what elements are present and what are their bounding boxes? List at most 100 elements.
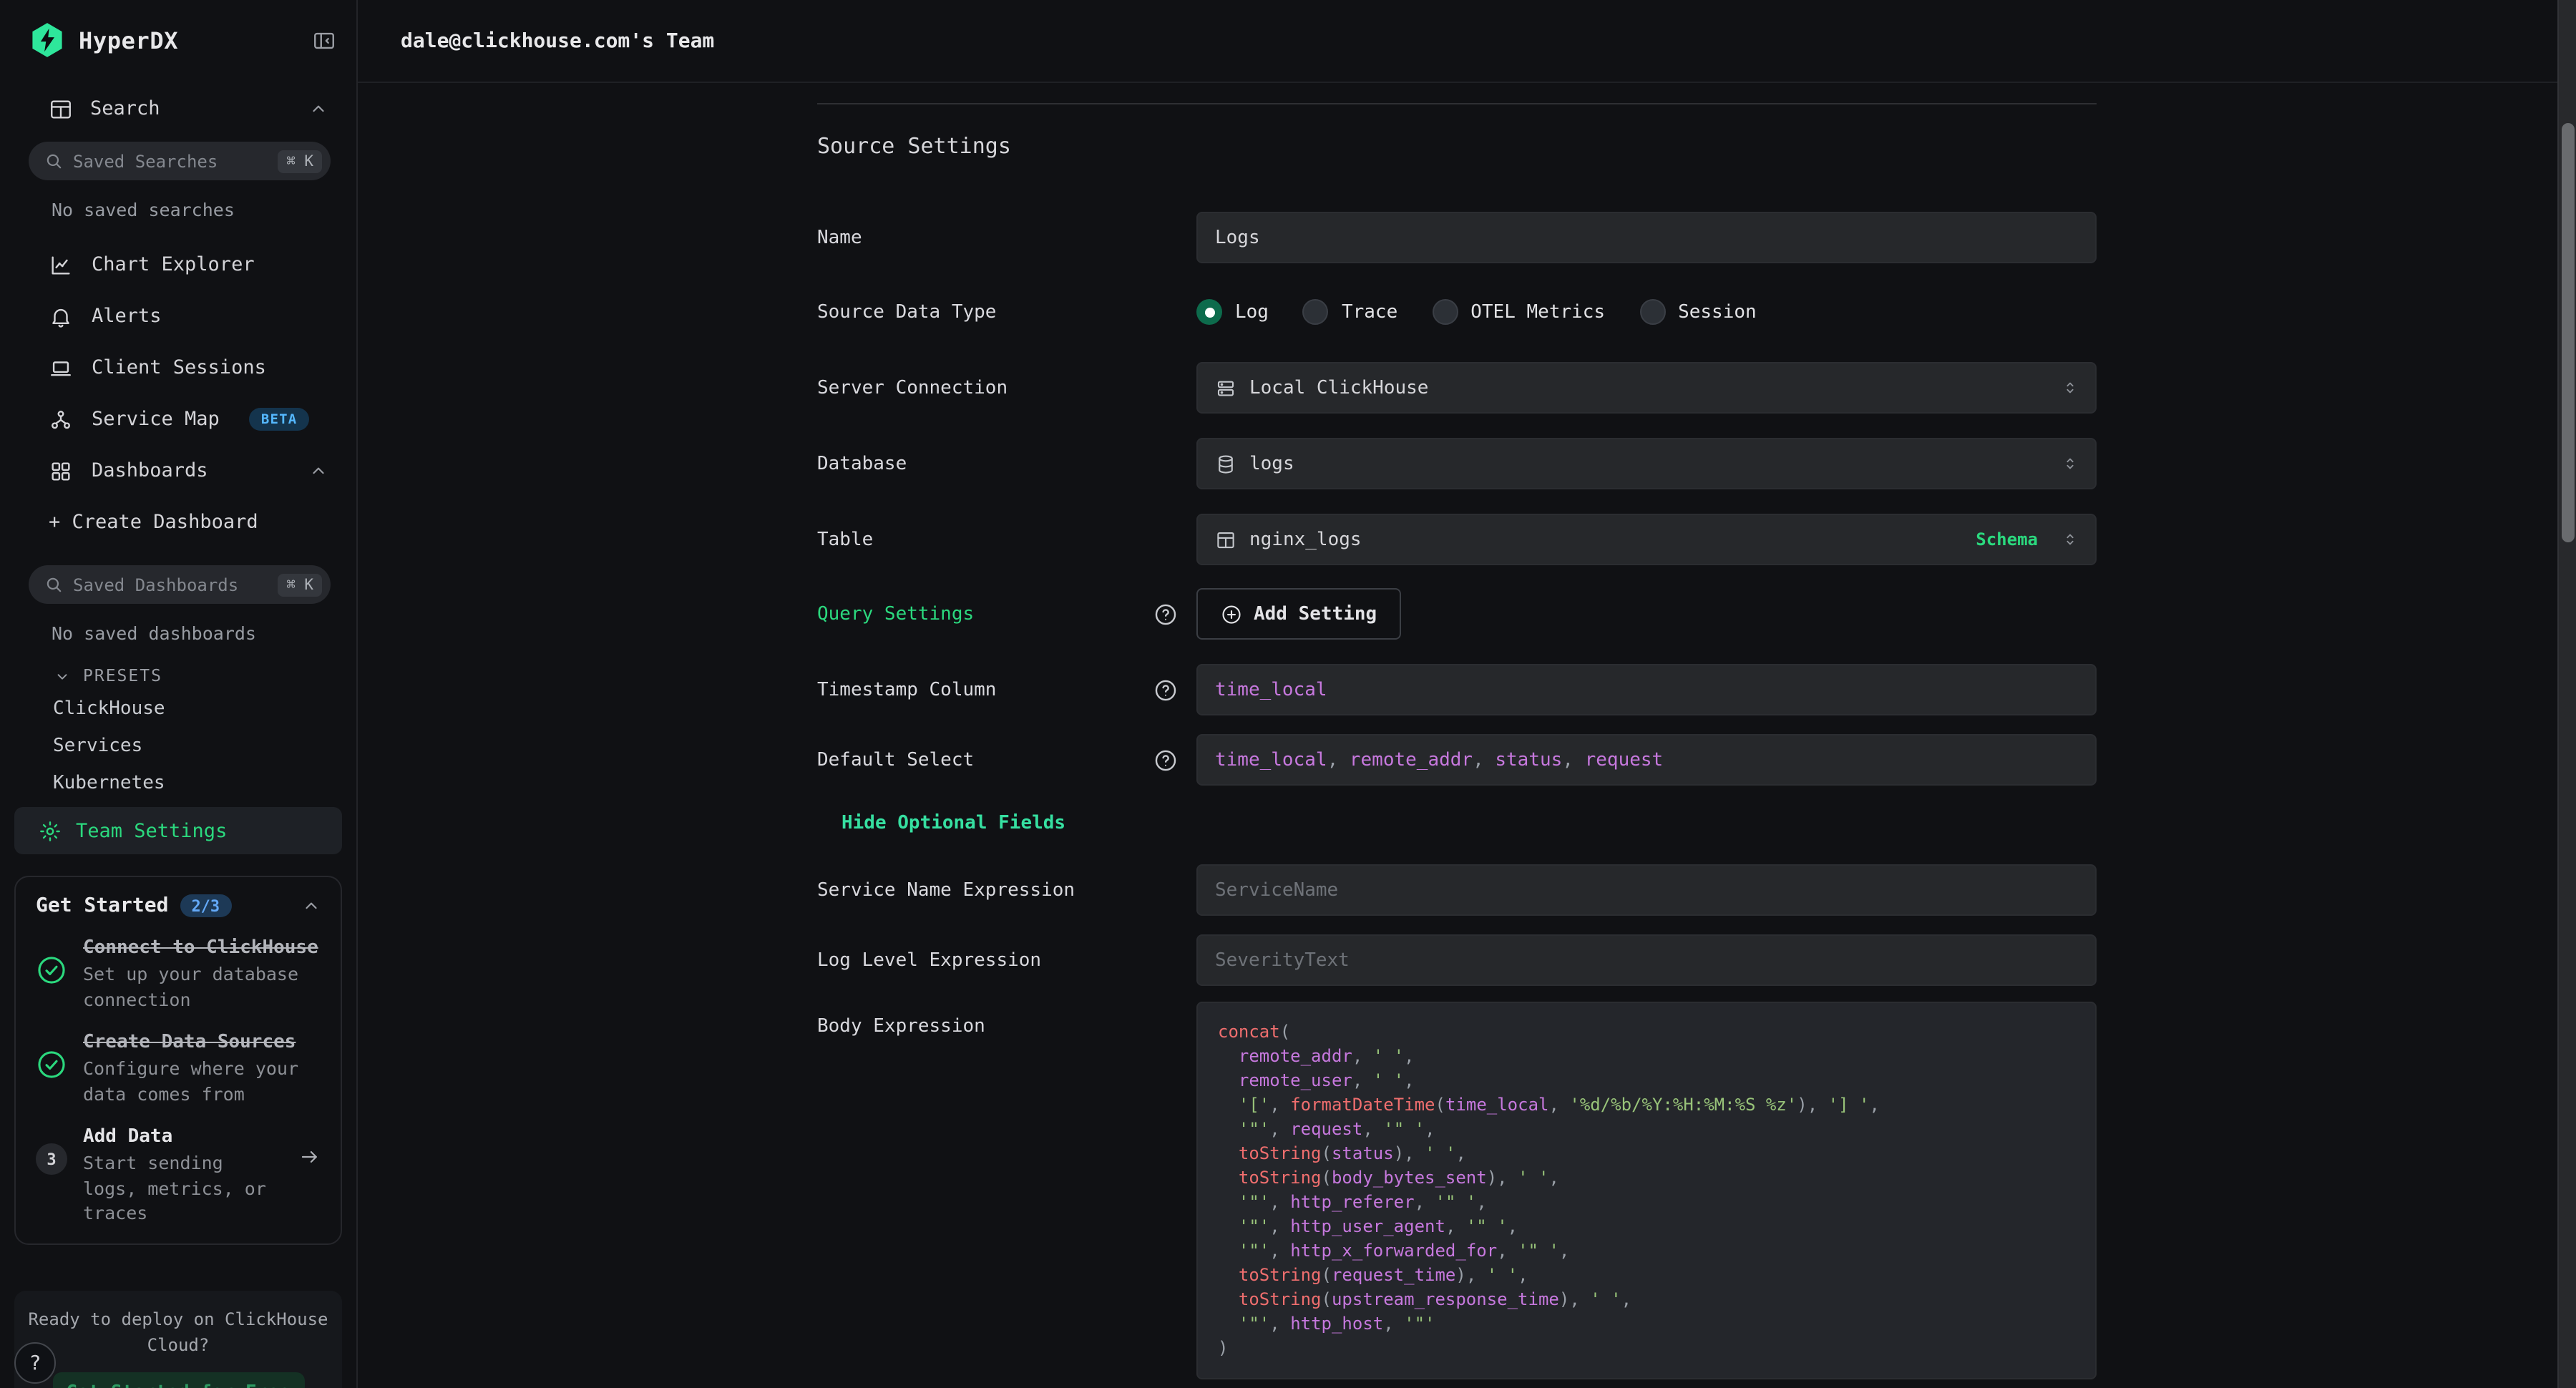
step-title: Add Data — [83, 1126, 283, 1148]
bell-icon — [49, 304, 73, 328]
name-label: Name — [817, 227, 1196, 248]
sidebar-item-client-sessions[interactable]: Client Sessions — [0, 342, 356, 394]
add-setting-button[interactable]: Add Setting — [1196, 588, 1401, 640]
preset-item-kubernetes[interactable]: Kubernetes — [0, 764, 356, 801]
default-select-input[interactable]: time_local, remote_addr, status, request — [1196, 734, 2097, 786]
clickhouse-cloud-promo-card: Ready to deploy on ClickHouse Cloud? Get… — [14, 1290, 342, 1388]
body-expression-row: Body Expression concat( remote_addr, ' '… — [817, 1002, 2097, 1379]
help-circle-icon[interactable] — [1153, 748, 1178, 772]
table-select[interactable]: nginx_logs Schema — [1196, 514, 2097, 565]
get-started-progress-badge: 2/3 — [180, 894, 231, 917]
vertical-scrollbar — [2557, 0, 2576, 1388]
help-button[interactable]: ? — [14, 1342, 56, 1384]
log-level-label: Log Level Expression — [817, 949, 1196, 971]
database-icon — [1215, 453, 1236, 474]
hide-optional-fields-link[interactable]: Hide Optional Fields — [841, 813, 1065, 834]
dashboards-icon — [49, 459, 73, 483]
no-saved-dashboards-text: No saved dashboards — [0, 622, 356, 644]
sidebar-item-service-map[interactable]: Service Map BETA — [0, 394, 356, 445]
create-dashboard-button[interactable]: + Create Dashboard — [0, 497, 356, 548]
chevron-up-icon[interactable] — [302, 896, 321, 915]
radio-otel-metrics[interactable]: OTEL Metrics — [1432, 299, 1605, 325]
body-expression-editor[interactable]: concat( remote_addr, ' ', remote_user, '… — [1196, 1002, 2097, 1379]
sidebar-item-chart-explorer[interactable]: Chart Explorer — [0, 239, 356, 290]
sidebar-collapse-icon[interactable] — [312, 28, 336, 52]
source-settings-title: Source Settings — [817, 133, 2097, 159]
sidebar-item-alerts[interactable]: Alerts — [0, 290, 356, 342]
sidebar-item-search[interactable]: Search — [0, 96, 356, 122]
check-circle-icon — [36, 1032, 67, 1106]
get-started-title: Get Started — [36, 894, 168, 917]
log-level-row: Log Level Expression SeverityText — [817, 934, 2097, 986]
sidebar-item-dashboards[interactable]: Dashboards — [0, 445, 356, 497]
step-desc: Start sending logs, metrics, or traces — [83, 1150, 283, 1226]
step-title: Create Data Sources — [83, 1032, 321, 1053]
step-number-badge: 3 — [36, 1126, 67, 1226]
service-name-row: Service Name Expression ServiceName — [817, 864, 2097, 916]
step-desc: Configure where your data comes from — [83, 1056, 321, 1106]
chevron-up-icon[interactable] — [309, 99, 328, 118]
source-data-type-group: Log Trace OTEL Metrics Session — [1196, 286, 2097, 338]
chevron-down-icon — [54, 668, 70, 683]
table-icon — [1215, 529, 1236, 550]
radio-selected-icon — [1196, 299, 1222, 325]
preset-item-services[interactable]: Services — [0, 727, 356, 764]
saved-dashboards-input[interactable]: Saved Dashboards ⌘ K — [29, 565, 331, 604]
radio-log[interactable]: Log — [1196, 299, 1269, 325]
database-select[interactable]: logs — [1196, 438, 2097, 489]
promo-text: Ready to deploy on ClickHouse Cloud? — [26, 1306, 331, 1357]
chart-explorer-icon — [49, 253, 73, 277]
get-started-step-sources[interactable]: Create Data Sources Configure where your… — [36, 1032, 321, 1106]
saved-dashboards-placeholder: Saved Dashboards — [73, 575, 238, 595]
shortcut-badge: ⌘ K — [278, 150, 322, 172]
radio-icon — [1303, 299, 1329, 325]
log-level-input[interactable]: SeverityText — [1196, 934, 2097, 986]
sidebar-item-label: Client Sessions — [92, 356, 266, 379]
help-circle-icon[interactable] — [1153, 602, 1178, 626]
chevron-up-icon[interactable] — [309, 461, 328, 480]
sidebar-item-label: Search — [90, 97, 160, 120]
check-circle-icon — [36, 937, 67, 1012]
radio-trace[interactable]: Trace — [1303, 299, 1397, 325]
database-label: Database — [817, 453, 1196, 474]
server-connection-label: Server Connection — [817, 377, 1196, 399]
chevrons-up-down-icon — [2062, 378, 2078, 398]
body-expression-label: Body Expression — [817, 1002, 1196, 1037]
server-connection-row: Server Connection Local ClickHouse — [817, 362, 2097, 414]
step-desc: Set up your database connection — [83, 962, 321, 1012]
settings-content: Source Settings Name Logs Source Data Ty… — [358, 83, 2557, 1388]
radio-session[interactable]: Session — [1639, 299, 1757, 325]
schema-link[interactable]: Schema — [1976, 529, 2038, 549]
search-icon — [44, 575, 63, 594]
default-select-row: Default Select time_local, remote_addr, … — [817, 734, 2097, 786]
query-settings-label: Query Settings — [817, 602, 1196, 626]
sidebar-nav: Chart Explorer Alerts Client Sessions Se… — [0, 239, 356, 497]
service-name-input[interactable]: ServiceName — [1196, 864, 2097, 916]
preset-item-clickhouse[interactable]: ClickHouse — [0, 690, 356, 727]
chevrons-up-down-icon — [2062, 454, 2078, 474]
help-circle-icon[interactable] — [1153, 678, 1178, 702]
sidebar-item-label: Team Settings — [76, 819, 227, 842]
saved-searches-placeholder: Saved Searches — [73, 151, 218, 171]
get-started-step-add-data[interactable]: 3 Add Data Start sending logs, metrics, … — [36, 1126, 321, 1226]
sidebar-item-team-settings[interactable]: Team Settings — [14, 807, 342, 854]
scrollbar-thumb[interactable] — [2561, 123, 2574, 542]
laptop-icon — [49, 356, 73, 380]
logo-row: HyperDX — [0, 0, 356, 59]
get-started-step-connect[interactable]: Connect to ClickHouse Set up your databa… — [36, 937, 321, 1012]
app-window: HyperDX Search Saved Searches ⌘ K No sav… — [0, 0, 2576, 1388]
plus-circle-icon — [1221, 603, 1242, 625]
timestamp-column-input[interactable]: time_local — [1196, 664, 2097, 715]
gear-icon — [39, 819, 62, 842]
name-input[interactable]: Logs — [1196, 212, 2097, 263]
sidebar-item-label: Dashboards — [92, 459, 208, 482]
get-started-free-button[interactable]: Get Started for Free — [52, 1372, 304, 1388]
server-connection-select[interactable]: Local ClickHouse — [1196, 362, 2097, 414]
arrow-right-icon — [299, 1126, 321, 1226]
main-header: dale@clickhouse.com's Team — [358, 0, 2557, 83]
service-name-label: Service Name Expression — [817, 879, 1196, 901]
sidebar: HyperDX Search Saved Searches ⌘ K No sav… — [0, 0, 358, 1388]
beta-badge: BETA — [250, 408, 309, 431]
presets-toggle[interactable]: PRESETS — [0, 661, 356, 690]
saved-searches-input[interactable]: Saved Searches ⌘ K — [29, 142, 331, 180]
